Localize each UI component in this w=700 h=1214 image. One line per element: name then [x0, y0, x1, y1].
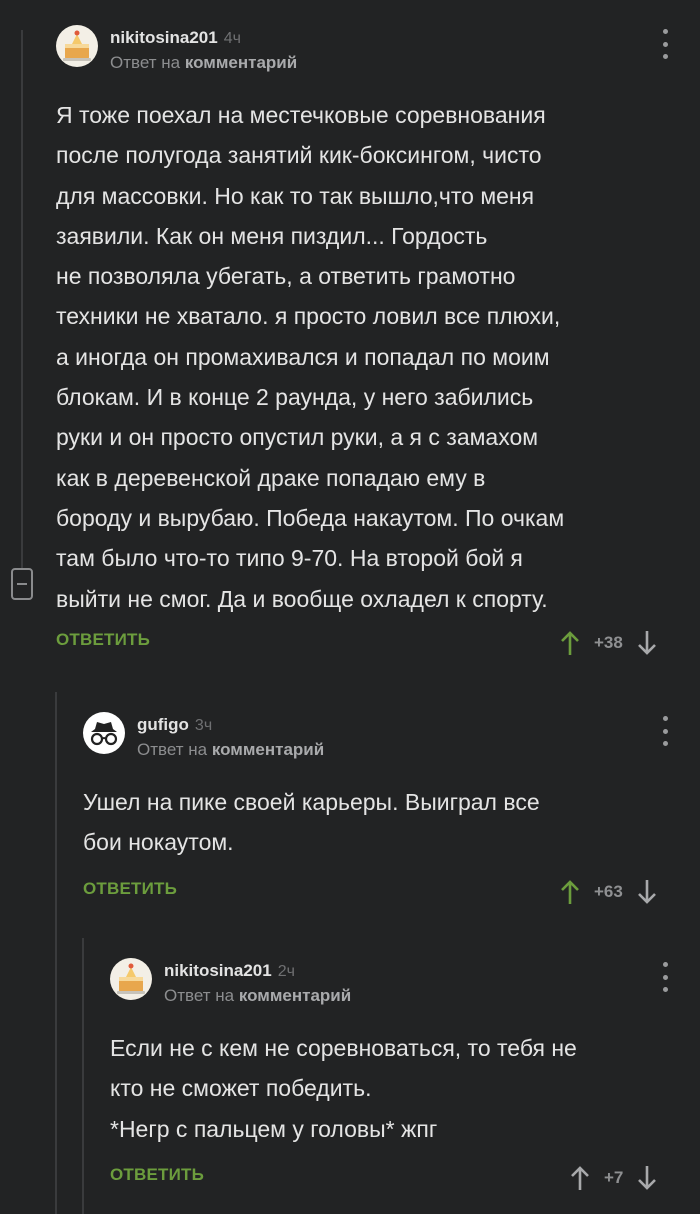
rating-score: +38: [594, 632, 623, 652]
reply-to-target[interactable]: комментарий: [212, 740, 324, 759]
upvote-icon[interactable]: [560, 879, 580, 905]
reply-to-target[interactable]: комментарий: [185, 53, 297, 72]
rating: +38: [560, 628, 657, 658]
more-options-icon[interactable]: [661, 29, 669, 59]
upvote-icon[interactable]: [560, 630, 580, 656]
comment-text: Ушел на пике своей карьеры. Выиграл все …: [83, 789, 540, 856]
comment-footer: ОТВЕТИТЬ +7: [110, 1163, 686, 1193]
username[interactable]: gufigo: [137, 715, 189, 734]
reply-to-link[interactable]: Ответ на комментарий: [164, 986, 351, 1006]
spy-avatar[interactable]: [83, 712, 125, 754]
username[interactable]: nikitosina201: [164, 961, 272, 980]
username[interactable]: nikitosina201: [110, 28, 218, 47]
more-options-icon[interactable]: [661, 716, 669, 746]
cake-avatar[interactable]: [110, 958, 152, 1000]
comment-text: Если не с кем не соревноваться, то тебя …: [110, 1035, 577, 1142]
comment-header: nikitosina201 2ч Ответ на комментарий: [110, 958, 686, 1008]
reply-to-link[interactable]: Ответ на комментарий: [137, 740, 324, 760]
rating-score: +63: [594, 881, 623, 901]
comment-author: nikitosina201 4ч: [110, 28, 241, 48]
comment-time: 2ч: [277, 963, 295, 980]
downvote-icon[interactable]: [637, 630, 657, 656]
comment: nikitosina201 4ч Ответ на комментарий Я т…: [56, 25, 686, 658]
reply-button[interactable]: ОТВЕТИТЬ: [56, 630, 150, 650]
downvote-icon[interactable]: [637, 879, 657, 905]
comment: gufigo 3ч Ответ на комментарий Ушел на пи…: [83, 712, 686, 907]
comment-header: gufigo 3ч Ответ на комментарий: [83, 712, 686, 762]
more-options-icon[interactable]: [661, 962, 669, 992]
reply-to-target[interactable]: комментарий: [239, 986, 351, 1005]
comment-text: Я тоже поехал на местечковые соревновани…: [56, 102, 565, 612]
rating: +7: [570, 1163, 657, 1193]
rating-score: +7: [604, 1167, 624, 1187]
comment-header: nikitosina201 4ч Ответ на комментарий: [56, 25, 686, 75]
thread-line: [82, 938, 84, 1214]
upvote-icon[interactable]: [570, 1165, 590, 1191]
cake-avatar[interactable]: [56, 25, 98, 67]
thread-line: [21, 30, 23, 570]
reply-to-prefix: Ответ на: [110, 53, 181, 72]
reply-button[interactable]: ОТВЕТИТЬ: [83, 879, 177, 899]
comment-footer: ОТВЕТИТЬ +63: [83, 877, 686, 907]
comment-time: 3ч: [194, 717, 213, 734]
comment-author: gufigo 3ч: [137, 715, 212, 735]
reply-to-prefix: Ответ на: [164, 986, 235, 1005]
comment-footer: ОТВЕТИТЬ +38: [56, 628, 686, 658]
reply-button[interactable]: ОТВЕТИТЬ: [110, 1165, 204, 1185]
reply-to-prefix: Ответ на: [137, 740, 208, 759]
comment-time: 4ч: [223, 30, 241, 47]
rating: +63: [560, 877, 657, 907]
comment-author: nikitosina201 2ч: [164, 961, 295, 981]
reply-to-link[interactable]: Ответ на комментарий: [110, 53, 297, 73]
downvote-icon[interactable]: [637, 1165, 657, 1191]
thread-line: [55, 692, 57, 1214]
comment: nikitosina201 2ч Ответ на комментарий Есл…: [110, 958, 686, 1193]
collapse-thread-button[interactable]: [11, 568, 33, 600]
